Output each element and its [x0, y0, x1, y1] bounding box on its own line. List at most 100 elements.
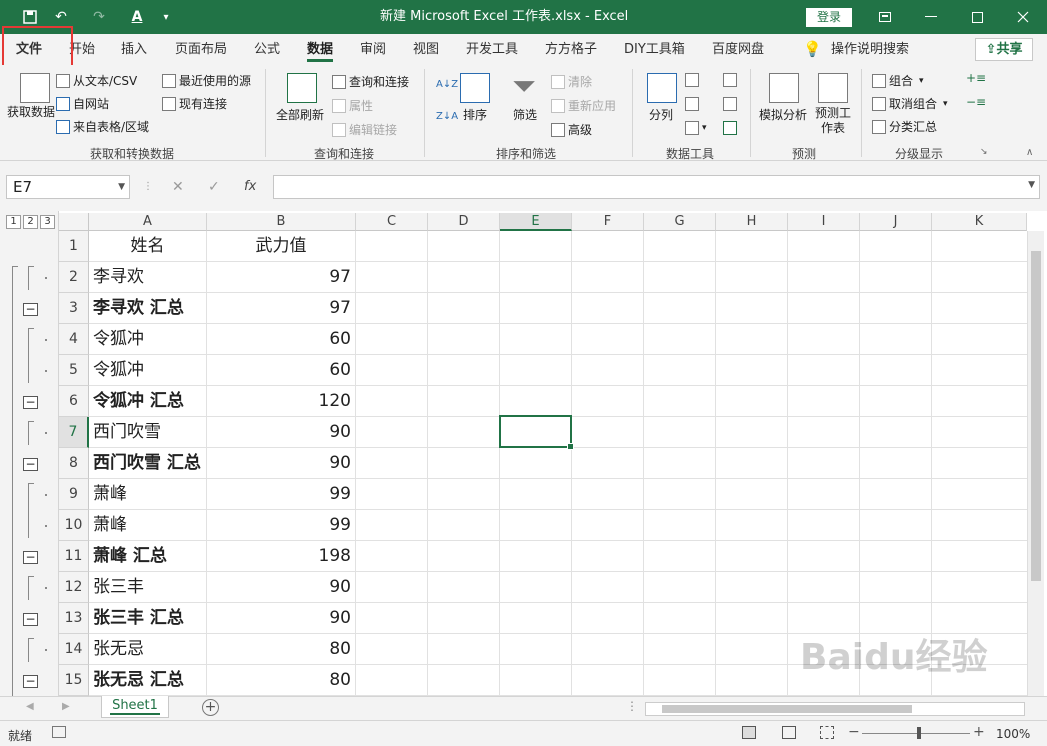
cell-b[interactable]: 97 — [207, 262, 356, 293]
tab-insert[interactable]: 插入 — [121, 34, 147, 65]
queries-connections-button[interactable]: 查询和连接 — [332, 73, 409, 90]
cell-b[interactable]: 80 — [207, 665, 356, 696]
cell-b[interactable]: 90 — [207, 448, 356, 479]
column-header-j[interactable]: J — [860, 213, 932, 231]
row-header[interactable]: 14 — [59, 634, 89, 665]
horizontal-scrollbar-thumb[interactable] — [662, 705, 912, 713]
row-header[interactable]: 1 — [59, 231, 89, 262]
cell-a[interactable]: 李寻欢 汇总 — [89, 293, 207, 324]
collapse-group-button[interactable]: − — [23, 675, 38, 688]
reapply-button[interactable]: 重新应用 — [551, 97, 616, 114]
tab-baidu-netdisk[interactable]: 百度网盘 — [712, 34, 764, 65]
enter-icon[interactable]: ✓ — [208, 175, 220, 199]
font-color-icon[interactable]: A — [126, 7, 148, 27]
login-button[interactable]: 登录 — [806, 8, 852, 27]
tell-me-search[interactable]: 操作说明搜索 — [831, 34, 909, 65]
share-button[interactable]: ⇪共享 — [975, 38, 1033, 61]
column-header-h[interactable]: H — [716, 213, 788, 231]
maximize-icon[interactable] — [954, 0, 1000, 34]
zoom-slider-knob[interactable] — [917, 727, 921, 739]
properties-button[interactable]: 属性 — [332, 97, 373, 114]
tab-diy-toolbox[interactable]: DIY工具箱 — [624, 34, 685, 65]
zoom-slider[interactable] — [862, 733, 970, 734]
row-header[interactable]: 13 — [59, 603, 89, 634]
scroll-tabs-left-icon[interactable]: ◀ — [26, 701, 34, 712]
cell-a[interactable]: 张无忌 — [89, 634, 207, 665]
ribbon-display-options-icon[interactable] — [862, 0, 908, 34]
zoom-in-icon[interactable]: + — [973, 724, 985, 740]
cell-b[interactable]: 60 — [207, 355, 356, 386]
group-button[interactable]: 组合 ▾ — [872, 72, 924, 89]
what-if-analysis-button[interactable]: 模拟分析 — [759, 106, 807, 123]
row-header[interactable]: 3 — [59, 293, 89, 324]
filter-button[interactable]: 筛选 — [513, 106, 537, 123]
tab-view[interactable]: 视图 — [413, 34, 439, 65]
cell-a[interactable]: 李寻欢 — [89, 262, 207, 293]
collapse-group-button[interactable]: − — [23, 396, 38, 409]
formula-input[interactable]: ▼ — [273, 175, 1040, 199]
relationships-button[interactable] — [723, 97, 740, 111]
row-header[interactable]: 10 — [59, 510, 89, 541]
remove-duplicates-button[interactable] — [685, 97, 702, 111]
tab-review[interactable]: 审阅 — [360, 34, 386, 65]
cell-b[interactable]: 120 — [207, 386, 356, 417]
recent-sources-button[interactable]: 最近使用的源 — [162, 72, 251, 89]
tab-formulas[interactable]: 公式 — [254, 34, 280, 65]
existing-connections-button[interactable]: 现有连接 — [162, 95, 227, 112]
vertical-scrollbar-thumb[interactable] — [1031, 251, 1041, 581]
tab-fangfang[interactable]: 方方格子 — [545, 34, 597, 65]
expand-formula-bar-icon[interactable]: ▼ — [1028, 180, 1035, 190]
row-header[interactable]: 5 — [59, 355, 89, 386]
dialog-launcher-icon[interactable]: ↘ — [980, 147, 988, 157]
row-header[interactable]: 9 — [59, 479, 89, 510]
tab-page-layout[interactable]: 页面布局 — [175, 34, 227, 65]
cell-a[interactable]: 西门吹雪 汇总 — [89, 448, 207, 479]
column-header-i[interactable]: I — [788, 213, 860, 231]
redo-icon[interactable]: ↷ — [88, 7, 110, 27]
scroll-tabs-right-icon[interactable]: ▶ — [62, 701, 70, 712]
cell-a[interactable]: 萧峰 — [89, 510, 207, 541]
flash-fill-button[interactable] — [685, 73, 702, 87]
consolidate-button[interactable] — [723, 73, 740, 87]
row-header[interactable]: 6 — [59, 386, 89, 417]
close-icon[interactable] — [1000, 0, 1046, 34]
add-sheet-icon[interactable]: + — [202, 699, 219, 716]
vertical-scrollbar[interactable] — [1027, 231, 1044, 696]
name-box[interactable]: E7 ▼ — [6, 175, 130, 199]
refresh-all-button[interactable]: 全部刷新 — [276, 106, 324, 123]
advanced-filter-button[interactable]: 高级 — [551, 121, 592, 138]
cell-a[interactable]: 萧峰 汇总 — [89, 541, 207, 572]
zoom-out-icon[interactable]: − — [848, 724, 860, 740]
ungroup-button[interactable]: 取消组合 ▾ — [872, 95, 948, 112]
collapse-group-button[interactable]: − — [23, 458, 38, 471]
select-all-button[interactable] — [59, 213, 89, 231]
cell-a[interactable]: 张三丰 — [89, 572, 207, 603]
subtotal-button[interactable]: 分类汇总 — [872, 118, 937, 135]
sort-ascending-icon[interactable]: A↓Z — [436, 79, 458, 90]
page-layout-view-icon[interactable] — [782, 726, 796, 739]
cell-a[interactable]: 令狐冲 — [89, 324, 207, 355]
row-header[interactable]: 2 — [59, 262, 89, 293]
column-header-b[interactable]: B — [207, 213, 356, 231]
cell-b[interactable]: 198 — [207, 541, 356, 572]
sheet-tab-sheet1[interactable]: Sheet1 — [101, 696, 169, 718]
outline-level-1-button[interactable]: 1 — [6, 215, 21, 229]
outline-level-2-button[interactable]: 2 — [23, 215, 38, 229]
row-header[interactable]: 15 — [59, 665, 89, 696]
column-header-a[interactable]: A — [89, 213, 207, 231]
collapse-group-button[interactable]: − — [23, 613, 38, 626]
collapse-group-button[interactable]: − — [23, 303, 38, 316]
get-data-button[interactable]: 获取数据 — [7, 105, 55, 120]
cell-a[interactable]: 令狐冲 汇总 — [89, 386, 207, 417]
cell-b[interactable]: 武力值 — [207, 231, 356, 262]
cell-b[interactable]: 60 — [207, 324, 356, 355]
cell-b[interactable]: 90 — [207, 572, 356, 603]
name-box-dropdown-icon[interactable]: ▼ — [118, 176, 125, 198]
minimize-icon[interactable] — [908, 0, 954, 34]
save-icon[interactable] — [19, 7, 41, 27]
show-detail-icon[interactable]: +≡ — [966, 71, 986, 85]
cell-b[interactable]: 90 — [207, 417, 356, 448]
normal-view-icon[interactable] — [742, 726, 756, 739]
collapse-group-button[interactable]: − — [23, 551, 38, 564]
cell-b[interactable]: 97 — [207, 293, 356, 324]
